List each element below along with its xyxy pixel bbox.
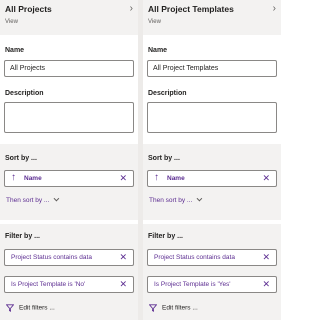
filter-chip[interactable]: Is Project Template is 'Yes' ✕ [147, 276, 277, 293]
close-icon[interactable]: ✕ [262, 173, 270, 184]
then-sort-by-label: Then sort by ... [6, 197, 50, 204]
description-input[interactable] [4, 102, 134, 133]
edit-filters-button[interactable]: Edit filters ... [6, 304, 55, 312]
filter-chip-label: Is Project Template is 'Yes' [154, 281, 231, 288]
name-label: Name [148, 47, 168, 54]
chevron-right-icon[interactable]: › [273, 3, 276, 14]
close-icon[interactable]: ✕ [119, 279, 127, 290]
sort-by-label: Sort by ... [5, 155, 37, 162]
filter-chip[interactable]: Is Project Template is 'No' ✕ [4, 276, 134, 293]
funnel-icon [6, 304, 14, 312]
panel-header: All Projects View › [0, 0, 138, 35]
arrow-up-icon: ↑ [154, 172, 159, 183]
description-label: Description [5, 90, 44, 97]
filter-by-label: Filter by ... [148, 233, 184, 240]
panel-subtitle: View [5, 19, 18, 25]
arrow-up-icon: ↑ [11, 172, 16, 183]
sort-field-label: Name [24, 175, 42, 182]
filter-chip[interactable]: Project Status contains data ✕ [4, 249, 134, 266]
then-sort-by-button[interactable]: Then sort by ... [149, 195, 203, 204]
filter-chip-label: Is Project Template is 'No' [11, 281, 86, 288]
view-properties-panel-right: All Project Templates View › Name All Pr… [143, 0, 281, 320]
sort-name-chip[interactable]: ↑ Name ✕ [4, 170, 134, 187]
funnel-icon [149, 304, 157, 312]
sort-field-label: Name [167, 175, 185, 182]
sort-name-chip[interactable]: ↑ Name ✕ [147, 170, 277, 187]
edit-filters-button[interactable]: Edit filters ... [149, 304, 198, 312]
panel-subtitle: View [148, 19, 161, 25]
panel-title: All Project Templates [148, 4, 234, 14]
close-icon[interactable]: ✕ [262, 252, 270, 263]
name-label: Name [5, 47, 25, 54]
name-input[interactable]: All Projects [4, 60, 134, 77]
name-input[interactable]: All Project Templates [147, 60, 277, 77]
sort-by-label: Sort by ... [148, 155, 180, 162]
view-properties-panel-left: All Projects View › Name All Projects De… [0, 0, 138, 320]
chevron-right-icon[interactable]: › [130, 3, 133, 14]
edit-filters-label: Edit filters ... [162, 304, 198, 312]
edit-filters-label: Edit filters ... [19, 304, 55, 312]
then-sort-by-button[interactable]: Then sort by ... [6, 195, 60, 204]
filter-chip-label: Project Status contains data [154, 254, 235, 261]
panel-header: All Project Templates View › [143, 0, 281, 35]
filter-chip-label: Project Status contains data [11, 254, 92, 261]
filter-by-label: Filter by ... [5, 233, 41, 240]
description-input[interactable] [147, 102, 277, 133]
panel-title: All Projects [5, 4, 52, 14]
close-icon[interactable]: ✕ [119, 252, 127, 263]
close-icon[interactable]: ✕ [262, 279, 270, 290]
close-icon[interactable]: ✕ [119, 173, 127, 184]
filter-chip[interactable]: Project Status contains data ✕ [147, 249, 277, 266]
description-label: Description [148, 90, 187, 97]
then-sort-by-label: Then sort by ... [149, 197, 193, 204]
